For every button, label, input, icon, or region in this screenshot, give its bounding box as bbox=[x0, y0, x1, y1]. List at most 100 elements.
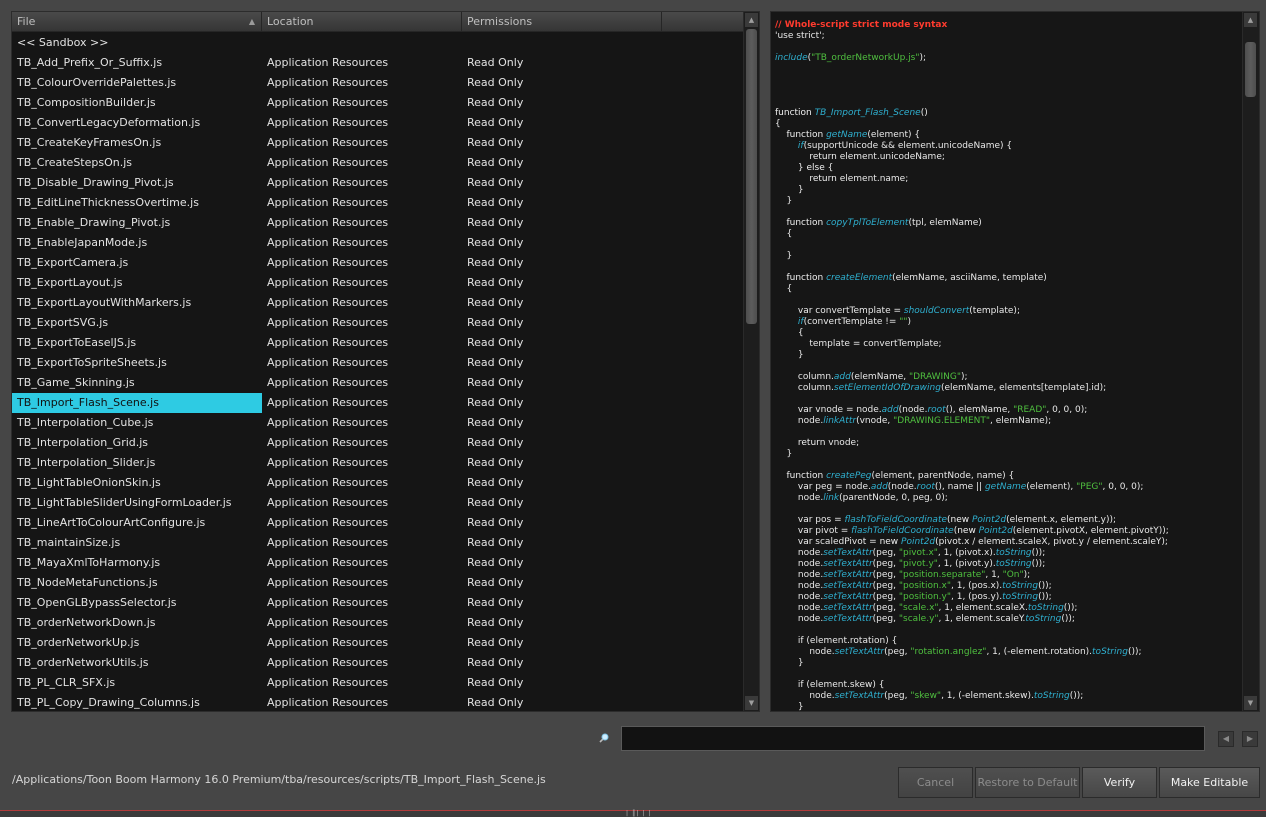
code-token: , 1, (-element.skew). bbox=[941, 691, 1034, 701]
table-row[interactable]: << Sandbox >> bbox=[12, 33, 743, 53]
table-row[interactable]: TB_ExportLayoutWithMarkers.js Application… bbox=[12, 293, 743, 313]
code-token: setTextAttr bbox=[823, 592, 873, 602]
table-row[interactable]: TB_MayaXmlToHarmony.js Application Resour… bbox=[12, 553, 743, 573]
table-row[interactable]: TB_ExportLayout.js Application Resources R… bbox=[12, 273, 743, 293]
table-row[interactable]: TB_NodeMetaFunctions.js Application Resou… bbox=[12, 573, 743, 593]
code-line: var scaledPivot = new Point2d(pivot.x / … bbox=[775, 537, 1242, 548]
script-editor-scroll-thumb[interactable] bbox=[1245, 42, 1256, 97]
table-row[interactable]: TB_CreateKeyFramesOn.js Application Resou… bbox=[12, 133, 743, 153]
file-name-cell: TB_orderNetworkDown.js bbox=[17, 616, 156, 629]
file-name-cell: TB_ExportSVG.js bbox=[17, 316, 109, 329]
table-row[interactable]: TB_maintainSize.js Application Resources R… bbox=[12, 533, 743, 553]
column-header-location[interactable]: Location bbox=[262, 12, 462, 32]
table-row[interactable]: TB_ConvertLegacyDeformation.js Applicatio… bbox=[12, 113, 743, 133]
table-row[interactable]: TB_LightTableSliderUsingFormLoader.js App… bbox=[12, 493, 743, 513]
find-previous-button[interactable]: ◀ bbox=[1218, 731, 1234, 747]
code-token: Point2d bbox=[978, 526, 1013, 536]
table-row[interactable]: TB_Interpolation_Cube.js Application Reso… bbox=[12, 413, 743, 433]
table-row[interactable]: TB_CompositionBuilder.js Application Reso… bbox=[12, 93, 743, 113]
file-list-scrollbar[interactable]: ▲ ▼ bbox=[743, 12, 759, 711]
code-line: node.setTextAttr(peg, "position.y", 1, (… bbox=[775, 592, 1242, 603]
permissions-cell: Read Only bbox=[467, 436, 524, 449]
verify-button[interactable]: Verify bbox=[1082, 767, 1157, 798]
file-list-scroll-thumb[interactable] bbox=[746, 29, 757, 324]
table-row[interactable]: TB_Interpolation_Slider.js Application Re… bbox=[12, 453, 743, 473]
table-row[interactable]: TB_orderNetworkDown.js Application Resour… bbox=[12, 613, 743, 633]
file-name-cell: TB_NodeMetaFunctions.js bbox=[17, 576, 158, 589]
make-editable-button[interactable]: Make Editable bbox=[1159, 767, 1260, 798]
table-row[interactable]: TB_LightTableOnionSkin.js Application Res… bbox=[12, 473, 743, 493]
table-row[interactable]: TB_EditLineThicknessOvertime.js Applicati… bbox=[12, 193, 743, 213]
table-row[interactable]: TB_ColourOverridePalettes.js Application … bbox=[12, 73, 743, 93]
code-token: peg = node. bbox=[815, 482, 871, 492]
script-code-area[interactable]: // Whole-script strict mode syntax'use s… bbox=[771, 12, 1242, 711]
file-name-cell: TB_CompositionBuilder.js bbox=[17, 96, 156, 109]
find-next-button[interactable]: ▶ bbox=[1242, 731, 1258, 747]
scroll-up-arrow-icon[interactable]: ▲ bbox=[1244, 13, 1257, 27]
table-row[interactable]: TB_Add_Prefix_Or_Suffix.js Application Re… bbox=[12, 53, 743, 73]
code-token: function bbox=[775, 130, 827, 140]
code-token: var bbox=[775, 482, 816, 492]
file-name-cell: TB_ExportLayoutWithMarkers.js bbox=[17, 296, 192, 309]
code-token: else bbox=[806, 163, 825, 173]
table-row[interactable]: TB_Game_Skinning.js Application Resources… bbox=[12, 373, 743, 393]
code-line: if (element.rotation) { bbox=[775, 636, 1242, 647]
column-header-permissions[interactable]: Permissions bbox=[462, 12, 662, 32]
table-row[interactable]: TB_LineArtToColourArtConfigure.js Applica… bbox=[12, 513, 743, 533]
scroll-down-arrow-icon[interactable]: ▼ bbox=[745, 696, 758, 710]
code-token: node. bbox=[775, 548, 824, 558]
file-list-panel: File ▲ Location Permissions << Sandbox >… bbox=[11, 11, 760, 712]
table-row[interactable]: TB_Import_Flash_Scene.js Application Reso… bbox=[12, 393, 743, 413]
search-input[interactable] bbox=[621, 726, 1205, 751]
file-name-cell: TB_Disable_Drawing_Pivot.js bbox=[17, 176, 174, 189]
table-row[interactable]: TB_Interpolation_Grid.js Application Reso… bbox=[12, 433, 743, 453]
magnifier-icon bbox=[599, 733, 609, 743]
table-row[interactable]: TB_ExportSVG.js Application Resources Read… bbox=[12, 313, 743, 333]
code-token: (peg, bbox=[884, 691, 911, 701]
table-row[interactable]: TB_OpenGLBypassSelector.js Application Re… bbox=[12, 593, 743, 613]
code-token: new bbox=[879, 537, 902, 547]
code-line: } bbox=[775, 350, 1242, 361]
table-row[interactable]: TB_ExportToSpriteSheets.js Application Re… bbox=[12, 353, 743, 373]
table-row[interactable]: TB_PL_Copy_Drawing_Columns.js Application… bbox=[12, 693, 743, 711]
code-line: function createPeg(element, parentNode, … bbox=[775, 471, 1242, 482]
table-row[interactable]: TB_Disable_Drawing_Pivot.js Application R… bbox=[12, 173, 743, 193]
scroll-down-arrow-icon[interactable]: ▼ bbox=[1244, 696, 1257, 710]
table-row[interactable]: TB_EnableJapanMode.js Application Resourc… bbox=[12, 233, 743, 253]
code-token: if (element.rotation) { bbox=[775, 636, 898, 646]
restore-to-default-button[interactable]: Restore to Default bbox=[975, 767, 1080, 798]
code-line: column.add(elemName, "DRAWING"); bbox=[775, 372, 1242, 383]
table-row[interactable]: TB_CreateStepsOn.js Application Resources… bbox=[12, 153, 743, 173]
table-row[interactable]: TB_Enable_Drawing_Pivot.js Application Re… bbox=[12, 213, 743, 233]
location-cell: Application Resources bbox=[267, 576, 389, 589]
code-token: { bbox=[824, 163, 834, 173]
table-row[interactable]: TB_ExportCamera.js Application Resources R… bbox=[12, 253, 743, 273]
table-row[interactable]: TB_orderNetworkUp.js Application Resource… bbox=[12, 633, 743, 653]
code-token: root bbox=[916, 482, 935, 492]
permissions-cell: Read Only bbox=[467, 256, 524, 269]
code-line: var convertTemplate = shouldConvert(temp… bbox=[775, 306, 1242, 317]
column-header-filler bbox=[662, 12, 743, 32]
code-token: toString bbox=[995, 548, 1032, 558]
code-line: } else { bbox=[775, 163, 1242, 174]
permissions-cell: Read Only bbox=[467, 336, 524, 349]
code-token: setElementIdOfDrawing bbox=[833, 383, 941, 393]
table-row[interactable]: TB_orderNetworkUtils.js Application Resou… bbox=[12, 653, 743, 673]
code-token: getName bbox=[826, 130, 868, 140]
column-header-file[interactable]: File ▲ bbox=[12, 12, 262, 32]
code-line: var peg = node.add(node.root(), name || … bbox=[775, 482, 1242, 493]
code-token: , 0, 0, 0); bbox=[1102, 482, 1144, 492]
script-editor-scrollbar[interactable]: ▲ ▼ bbox=[1242, 12, 1259, 711]
location-cell: Application Resources bbox=[267, 56, 389, 69]
code-token: (template); bbox=[969, 306, 1020, 316]
scroll-up-arrow-icon[interactable]: ▲ bbox=[745, 13, 758, 27]
cancel-button[interactable]: Cancel bbox=[898, 767, 973, 798]
code-line: { bbox=[775, 119, 1242, 130]
table-row[interactable]: TB_PL_CLR_SFX.js Application Resources Rea… bbox=[12, 673, 743, 693]
file-name-cell: TB_Interpolation_Cube.js bbox=[17, 416, 154, 429]
code-token: ); bbox=[961, 372, 968, 382]
location-cell: Application Resources bbox=[267, 256, 389, 269]
permissions-cell: Read Only bbox=[467, 56, 524, 69]
table-row[interactable]: TB_ExportToEaselJS.js Application Resourc… bbox=[12, 333, 743, 353]
